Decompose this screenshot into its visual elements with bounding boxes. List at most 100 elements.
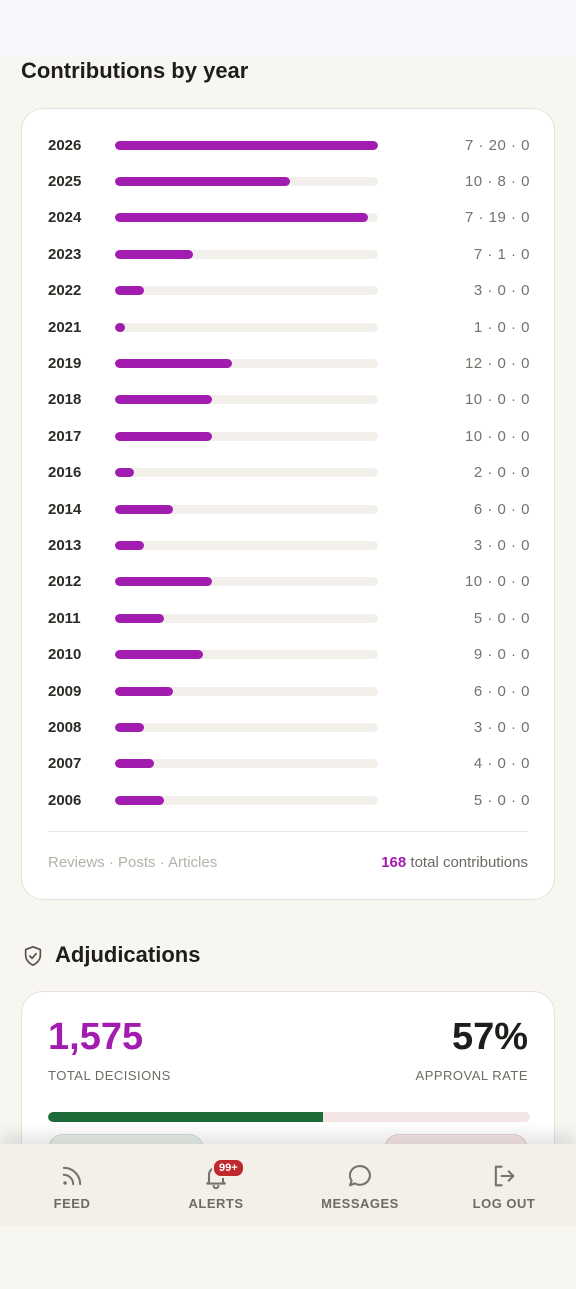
- year-row: 2016 2 · 0 · 0: [48, 455, 530, 491]
- year-counts: 6 · 0 · 0: [473, 500, 530, 518]
- year-row: 2018 10 · 0 · 0: [48, 382, 530, 418]
- year-counts: 3 · 0 · 0: [473, 718, 530, 736]
- year-row: 2013 3 · 0 · 0: [48, 527, 530, 563]
- year-bar: [115, 504, 174, 514]
- year-label: 2013: [48, 536, 82, 554]
- year-label: 2011: [48, 609, 81, 627]
- year-row: 2007 4 · 0 · 0: [48, 746, 530, 782]
- year-row: 2025 10 · 8 · 0: [48, 163, 530, 199]
- year-bar: [115, 395, 213, 405]
- year-row: 2006 5 · 0 · 0: [48, 782, 530, 818]
- year-bar: [115, 686, 174, 696]
- nav-alerts[interactable]: 99+ ALERTS: [144, 1144, 288, 1226]
- year-row: 2017 10 · 0 · 0: [48, 418, 530, 454]
- year-bar: [115, 722, 145, 732]
- nav-feed-label: FEED: [53, 1196, 91, 1211]
- year-bar: [115, 759, 154, 769]
- nav-messages[interactable]: MESSAGES: [288, 1144, 432, 1226]
- year-bar-track: [115, 686, 378, 696]
- year-counts: 10 · 0 · 0: [464, 573, 530, 591]
- year-row: 2026 7 · 20 · 0: [48, 127, 530, 163]
- year-bar-track: [115, 504, 378, 514]
- year-row: 2011 5 · 0 · 0: [48, 600, 530, 636]
- year-bar: [115, 613, 164, 623]
- contributions-list: 2026 7 · 20 · 0 2025 10 · 8 · 0 2024 7 · 19 ·…: [48, 127, 530, 818]
- year-bar-track: [115, 213, 378, 223]
- rss-icon: [62, 1166, 82, 1186]
- nav-logout[interactable]: LOG OUT: [432, 1144, 576, 1226]
- year-row: 2023 7 · 1 · 0: [48, 236, 530, 272]
- year-label: 2025: [48, 173, 82, 191]
- nav-feed[interactable]: FEED: [0, 1144, 144, 1226]
- year-label: 2019: [48, 355, 82, 373]
- contributions-total: 168 total contributions: [381, 854, 528, 871]
- bottom-nav: FEED 99+ ALERTS MESSAGES LOG OUT: [0, 1144, 576, 1226]
- year-bar-track: [115, 540, 378, 550]
- year-bar-track: [115, 140, 378, 150]
- approval-bar: [48, 1112, 530, 1122]
- total-count: 168: [381, 854, 407, 871]
- year-row: 2010 9 · 0 · 0: [48, 636, 530, 672]
- logout-icon: [494, 1165, 515, 1187]
- year-label: 2026: [48, 136, 82, 154]
- year-bar-track: [115, 650, 378, 660]
- shield-check-icon: [24, 946, 42, 966]
- adjudications-title: Adjudications: [55, 942, 201, 967]
- year-counts: 5 · 0 · 0: [473, 791, 530, 809]
- year-counts: 12 · 0 · 0: [464, 355, 530, 373]
- year-bar-track: [115, 431, 378, 441]
- card-divider: [48, 831, 528, 832]
- year-row: 2014 6 · 0 · 0: [48, 491, 530, 527]
- year-label: 2017: [48, 427, 82, 445]
- contributions-legend: Reviews · Posts · Articles: [48, 854, 218, 871]
- year-counts: 1 · 0 · 0: [473, 318, 530, 336]
- year-counts: 7 · 20 · 0: [464, 136, 530, 154]
- year-counts: 7 · 1 · 0: [473, 245, 530, 263]
- year-counts: 4 · 0 · 0: [473, 755, 530, 773]
- year-label: 2006: [48, 791, 82, 809]
- approval-rate-value: 57%: [451, 1016, 528, 1058]
- year-row: 2008 3 · 0 · 0: [48, 709, 530, 745]
- alerts-badge: 99+: [212, 1158, 245, 1178]
- year-bar: [115, 249, 193, 259]
- year-label: 2022: [48, 282, 82, 300]
- year-counts: 10 · 0 · 0: [464, 427, 530, 445]
- approval-rate-label: APPROVAL RATE: [415, 1068, 528, 1083]
- year-bar-track: [115, 177, 378, 187]
- total-decisions-label: TOTAL DECISIONS: [48, 1068, 171, 1083]
- year-bar: [115, 359, 232, 369]
- year-row: 2022 3 · 0 · 0: [48, 273, 530, 309]
- year-counts: 10 · 8 · 0: [464, 173, 530, 191]
- year-label: 2009: [48, 682, 82, 700]
- year-bar-track: [115, 722, 378, 732]
- year-bar: [115, 540, 145, 550]
- year-label: 2023: [48, 245, 82, 263]
- year-label: 2018: [48, 391, 82, 409]
- year-label: 2012: [48, 573, 82, 591]
- year-row: 2021 1 · 0 · 0: [48, 309, 530, 345]
- year-bar-track: [115, 322, 378, 332]
- nav-logout-label: LOG OUT: [472, 1196, 536, 1211]
- year-bar: [115, 795, 164, 805]
- year-bar: [115, 577, 213, 587]
- year-bar: [115, 431, 213, 441]
- year-bar: [115, 140, 378, 150]
- chat-bubble-icon: [348, 1165, 371, 1187]
- year-counts: 2 · 0 · 0: [473, 464, 530, 482]
- year-label: 2008: [48, 718, 82, 736]
- year-bar-track: [115, 395, 378, 405]
- year-label: 2024: [48, 209, 82, 227]
- nav-messages-label: MESSAGES: [321, 1196, 399, 1211]
- year-counts: 9 · 0 · 0: [473, 646, 530, 664]
- top-band: [0, 0, 576, 57]
- year-row: 2019 12 · 0 · 0: [48, 345, 530, 381]
- nav-alerts-label: ALERTS: [188, 1196, 244, 1211]
- year-row: 2009 6 · 0 · 0: [48, 673, 530, 709]
- total-suffix: total contributions: [410, 854, 528, 871]
- year-bar-track: [115, 359, 378, 369]
- year-bar-track: [115, 759, 378, 769]
- year-bar-track: [115, 249, 378, 259]
- contributions-card: 2026 7 · 20 · 0 2025 10 · 8 · 0 2024 7 · 19 ·…: [21, 108, 555, 900]
- year-counts: 3 · 0 · 0: [473, 282, 530, 300]
- total-decisions-value: 1,575: [48, 1016, 144, 1058]
